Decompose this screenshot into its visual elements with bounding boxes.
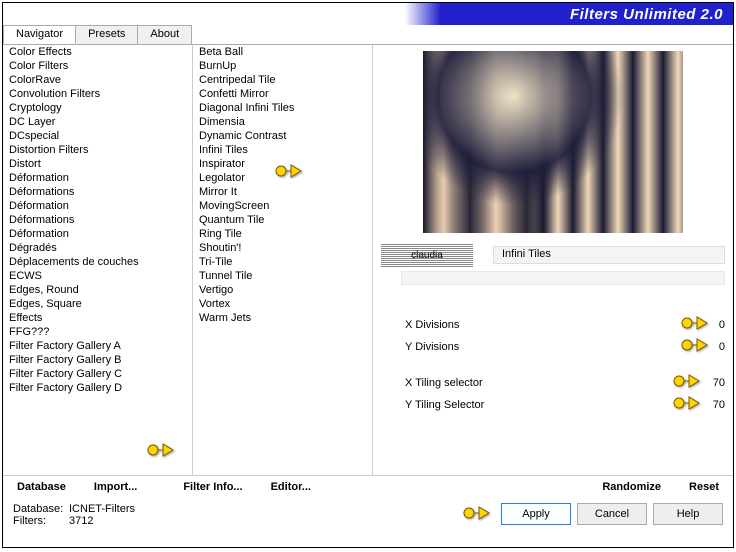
list-item[interactable]: Edges, Round (3, 283, 192, 297)
help-button[interactable]: Help (653, 503, 723, 525)
editor-button[interactable]: Editor... (257, 478, 325, 496)
toolbar: Database Import... Filter Info... Editor… (3, 475, 733, 497)
list-item[interactable]: Convolution Filters (3, 87, 192, 101)
category-pane: Color EffectsColor FiltersColorRaveConvo… (3, 45, 193, 475)
effect-name-box: Infini Tiles (493, 246, 725, 264)
list-item[interactable]: Déformations (3, 213, 192, 227)
param-value[interactable]: 0 (695, 319, 725, 331)
params-panel: X Divisions 0 Y Divisions 0 X Tiling sel… (405, 315, 725, 415)
param-label: X Tiling selector (405, 377, 695, 389)
filters-info: Filters: 3712 (13, 515, 135, 527)
list-item[interactable]: Color Filters (3, 59, 192, 73)
param-label: Y Divisions (405, 341, 695, 353)
list-item[interactable]: Distort (3, 157, 192, 171)
param-row: Y Tiling Selector 70 (405, 395, 725, 415)
effect-header: claudia Infini Tiles (381, 243, 725, 267)
list-item[interactable]: Warm Jets (193, 311, 372, 325)
list-item[interactable]: Distortion Filters (3, 143, 192, 157)
title-bar: Filters Unlimited 2.0 (3, 3, 733, 25)
database-button[interactable]: Database (3, 478, 80, 496)
list-item[interactable]: Diagonal Infini Tiles (193, 101, 372, 115)
footer-buttons: Apply Cancel Help (501, 503, 723, 543)
app-window: Filters Unlimited 2.0 Navigator Presets … (2, 2, 734, 548)
database-value: ICNET-Filters (69, 503, 135, 515)
tab-presets[interactable]: Presets (75, 25, 138, 44)
list-item[interactable]: Dynamic Contrast (193, 129, 372, 143)
pointer-icon (463, 503, 491, 523)
tab-about[interactable]: About (137, 25, 192, 44)
param-label: X Divisions (405, 319, 695, 331)
list-item[interactable]: Filter Factory Gallery D (3, 381, 192, 395)
app-title: Filters Unlimited 2.0 (570, 6, 723, 23)
list-item[interactable]: Cryptology (3, 101, 192, 115)
list-item[interactable]: BurnUp (193, 59, 372, 73)
list-item[interactable]: Vortex (193, 297, 372, 311)
list-item[interactable]: Confetti Mirror (193, 87, 372, 101)
list-item[interactable]: Quantum Tile (193, 213, 372, 227)
apply-button[interactable]: Apply (501, 503, 571, 525)
import-button[interactable]: Import... (80, 478, 151, 496)
list-item[interactable]: Dimensia (193, 115, 372, 129)
list-item[interactable]: FFG??? (3, 325, 192, 339)
reset-button[interactable]: Reset (675, 478, 733, 496)
filters-label: Filters: (13, 515, 69, 527)
list-item[interactable]: Ring Tile (193, 227, 372, 241)
list-item[interactable]: DCspecial (3, 129, 192, 143)
list-item[interactable]: Color Effects (3, 45, 192, 59)
list-item[interactable]: Effects (3, 311, 192, 325)
list-item[interactable]: Mirror It (193, 185, 372, 199)
tab-strip: Navigator Presets About (3, 25, 733, 45)
param-value[interactable]: 0 (695, 341, 725, 353)
list-item[interactable]: Filter Factory Gallery C (3, 367, 192, 381)
list-item[interactable]: Edges, Square (3, 297, 192, 311)
effect-preview (423, 51, 683, 233)
database-info: Database: ICNET-Filters (13, 503, 135, 515)
list-item[interactable]: Déplacements de couches (3, 255, 192, 269)
list-item[interactable]: Dégradés (3, 241, 192, 255)
list-item[interactable]: Vertigo (193, 283, 372, 297)
content-area: Color EffectsColor FiltersColorRaveConvo… (3, 45, 733, 475)
preview-pane: claudia Infini Tiles X Divisions 0 Y Div… (373, 45, 733, 475)
database-label: Database: (13, 503, 69, 515)
list-item[interactable]: ECWS (3, 269, 192, 283)
list-item[interactable]: Tunnel Tile (193, 269, 372, 283)
list-item[interactable]: Filter Factory Gallery B (3, 353, 192, 367)
param-row: X Tiling selector 70 (405, 373, 725, 393)
cancel-button[interactable]: Cancel (577, 503, 647, 525)
tab-navigator[interactable]: Navigator (3, 25, 76, 44)
filters-value: 3712 (69, 515, 93, 527)
list-item[interactable]: Déformations (3, 185, 192, 199)
list-item[interactable]: DC Layer (3, 115, 192, 129)
param-value[interactable]: 70 (695, 399, 725, 411)
list-item[interactable]: MovingScreen (193, 199, 372, 213)
footer-info: Database: ICNET-Filters Filters: 3712 (13, 503, 135, 543)
list-item[interactable]: Déformation (3, 227, 192, 241)
param-value[interactable]: 70 (695, 377, 725, 389)
category-list[interactable]: Color EffectsColor FiltersColorRaveConvo… (3, 45, 192, 475)
effect-subbar (401, 271, 725, 285)
list-item[interactable]: Legolator (193, 171, 372, 185)
list-item[interactable]: ColorRave (3, 73, 192, 87)
list-item[interactable]: Beta Ball (193, 45, 372, 59)
list-item[interactable]: Filter Factory Gallery A (3, 339, 192, 353)
list-item[interactable]: Centripedal Tile (193, 73, 372, 87)
param-row: Y Divisions 0 (405, 337, 725, 357)
list-item[interactable]: Déformation (3, 171, 192, 185)
randomize-button[interactable]: Randomize (588, 478, 675, 496)
footer: Database: ICNET-Filters Filters: 3712 Ap… (3, 497, 733, 543)
effect-pane: Beta BallBurnUpCentripedal TileConfetti … (193, 45, 373, 475)
list-item[interactable]: Inspirator (193, 157, 372, 171)
list-item[interactable]: Infini Tiles (193, 143, 372, 157)
list-item[interactable]: Tri-Tile (193, 255, 372, 269)
effect-list[interactable]: Beta BallBurnUpCentripedal TileConfetti … (193, 45, 372, 475)
list-item[interactable]: Shoutin'! (193, 241, 372, 255)
author-name: claudia (411, 250, 443, 261)
list-item[interactable]: Déformation (3, 199, 192, 213)
param-label: Y Tiling Selector (405, 399, 695, 411)
filter-info-button[interactable]: Filter Info... (169, 478, 256, 496)
author-badge: claudia (381, 243, 473, 267)
param-row: X Divisions 0 (405, 315, 725, 335)
